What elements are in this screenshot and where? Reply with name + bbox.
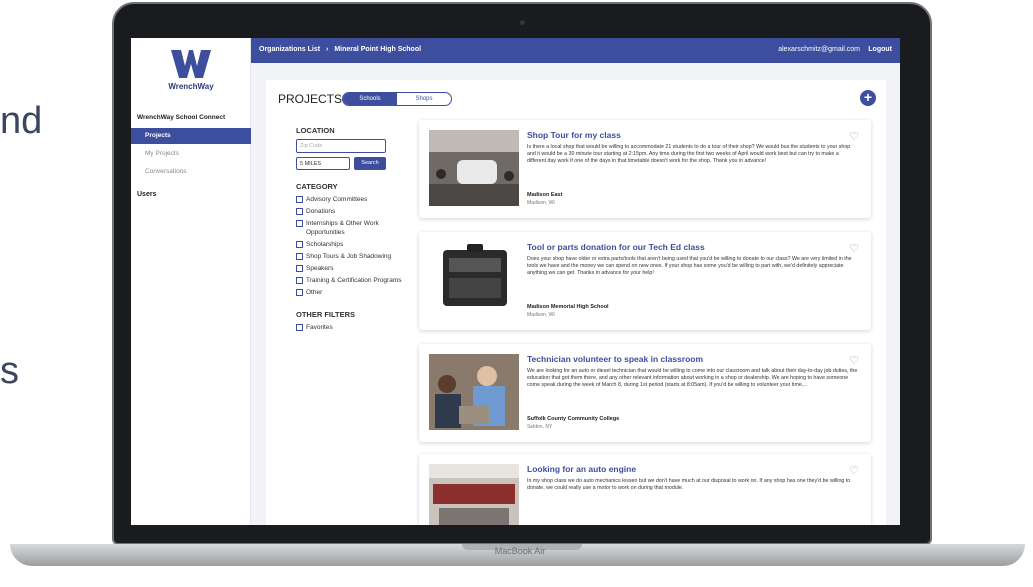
card-location: Selden, NY: [527, 424, 553, 430]
checkbox-label: Speakers: [306, 265, 334, 272]
card-description: We are looking for an auto or diesel tec…: [527, 368, 858, 389]
card-organization: Madison Memorial High School: [527, 304, 609, 310]
miles-select[interactable]: 5 MILES: [296, 157, 350, 170]
checkbox-label: Internships & Other Work Opportunities: [306, 220, 379, 236]
breadcrumb: Organizations List › Mineral Point High …: [259, 46, 425, 53]
category-heading: CATEGORY: [296, 182, 338, 191]
other-filters-heading: OTHER FILTERS: [296, 310, 356, 319]
user-email: alexarschmitz@gmail.com: [778, 46, 860, 53]
checkbox-label: Other: [306, 289, 323, 296]
zip-code-input[interactable]: Zip Code: [296, 139, 386, 153]
heart-icon[interactable]: ♡: [849, 464, 859, 477]
category-checkbox[interactable]: Advisory Committees: [296, 195, 406, 204]
checkbox-label: Advisory Committees: [306, 196, 368, 203]
device-label: MacBook Air: [494, 546, 546, 556]
project-card[interactable]: Technician volunteer to speak in classro…: [419, 344, 871, 442]
checkbox-label: Training & Certification Programs: [306, 277, 402, 284]
category-checkbox[interactable]: Shop Tours & Job Shadowing: [296, 252, 406, 261]
sidebar-item-conversations[interactable]: Conversations: [131, 164, 251, 180]
heart-icon[interactable]: ♡: [849, 354, 859, 367]
checkbox-icon: [296, 241, 303, 248]
heart-icon[interactable]: ♡: [849, 130, 859, 143]
chevron-right-icon: ›: [326, 46, 329, 53]
add-project-button[interactable]: +: [860, 90, 876, 106]
breadcrumb-school: Mineral Point High School: [334, 46, 422, 53]
checkbox-label: Shop Tours & Job Shadowing: [306, 253, 392, 260]
heart-icon[interactable]: ♡: [849, 242, 859, 255]
plus-icon: +: [863, 89, 873, 105]
tab-schools[interactable]: Schools: [343, 93, 397, 105]
card-title[interactable]: Looking for an auto engine: [527, 464, 636, 474]
shop-tour-photo: [429, 130, 519, 206]
category-checkbox[interactable]: Other: [296, 288, 406, 297]
slide-text-fragment-1: nd: [0, 100, 43, 142]
page-title: PROJECTS: [278, 92, 343, 106]
card-description: Is there a local shop that would be will…: [527, 144, 851, 165]
card-title[interactable]: Technician volunteer to speak in classro…: [527, 354, 703, 364]
sidebar-item-projects[interactable]: Projects: [131, 128, 251, 144]
search-button[interactable]: Search: [354, 157, 386, 170]
filters-panel: LOCATION Zip Code 5 MILES Search CATEGOR…: [296, 126, 406, 335]
favorites-checkbox[interactable]: Favorites: [296, 323, 406, 332]
card-organization: Suffolk County Community College: [527, 416, 620, 422]
projects-panel: PROJECTS Schools Shops + LOCATION Zip Co…: [266, 80, 886, 525]
breadcrumb-organizations-list[interactable]: Organizations List: [259, 46, 320, 53]
app-screen: WrenchWay WrenchWay School Connect Proje…: [131, 38, 900, 525]
checkbox-label: Donations: [306, 208, 336, 215]
top-bar: Organizations List › Mineral Point High …: [251, 38, 900, 63]
checkbox-icon: [296, 265, 303, 272]
logo-text: WrenchWay: [168, 82, 214, 91]
tab-shops[interactable]: Shops: [397, 93, 451, 105]
checkbox-label: Scholarships: [306, 241, 344, 248]
sidebar-item-my-projects[interactable]: My Projects: [131, 146, 251, 162]
toolkit-photo: [429, 242, 519, 318]
sidebar-item-users[interactable]: Users: [137, 191, 156, 198]
card-description: In my shop class we do auto mechanics le…: [527, 478, 851, 492]
checkbox-icon: [296, 277, 303, 284]
checkbox-icon: [296, 208, 303, 215]
checkbox-icon: [296, 289, 303, 296]
sidebar-section-title: WrenchWay School Connect: [137, 114, 226, 121]
card-title[interactable]: Tool or parts donation for our Tech Ed c…: [527, 242, 705, 252]
classroom-technician-photo: [429, 354, 519, 430]
sidebar: WrenchWay WrenchWay School Connect Proje…: [131, 38, 251, 525]
logout-link[interactable]: Logout: [868, 46, 892, 53]
category-checkbox[interactable]: Internships & Other Work Opportunities: [296, 219, 406, 237]
checkbox-icon: [296, 220, 303, 227]
card-description: Does your shop have older or extra parts…: [527, 256, 852, 277]
checkbox-label: Favorites: [306, 324, 333, 331]
card-location: Madison, WI: [527, 312, 555, 318]
checkbox-icon: [296, 196, 303, 203]
location-heading: LOCATION: [296, 126, 335, 135]
shop-class-photo: [429, 464, 519, 525]
project-card[interactable]: Tool or parts donation for our Tech Ed c…: [419, 232, 871, 330]
category-checkbox[interactable]: Scholarships: [296, 240, 406, 249]
card-title[interactable]: Shop Tour for my class: [527, 130, 621, 140]
category-checkbox[interactable]: Training & Certification Programs: [296, 276, 406, 285]
checkbox-icon: [296, 253, 303, 260]
wrenchway-logo-icon: [171, 50, 211, 78]
card-location: Madison, WI: [527, 200, 555, 206]
card-organization: Madison East: [527, 192, 563, 198]
slide-text-fragment-2: s: [0, 350, 19, 392]
camera-icon: [520, 20, 525, 25]
category-checkbox[interactable]: Donations: [296, 207, 406, 216]
project-card[interactable]: Shop Tour for my class ♡ Is there a loca…: [419, 120, 871, 218]
project-card[interactable]: Looking for an auto engine ♡ In my shop …: [419, 454, 871, 525]
schools-shops-toggle: Schools Shops: [342, 92, 452, 106]
category-checkbox[interactable]: Speakers: [296, 264, 406, 273]
checkbox-icon: [296, 324, 303, 331]
